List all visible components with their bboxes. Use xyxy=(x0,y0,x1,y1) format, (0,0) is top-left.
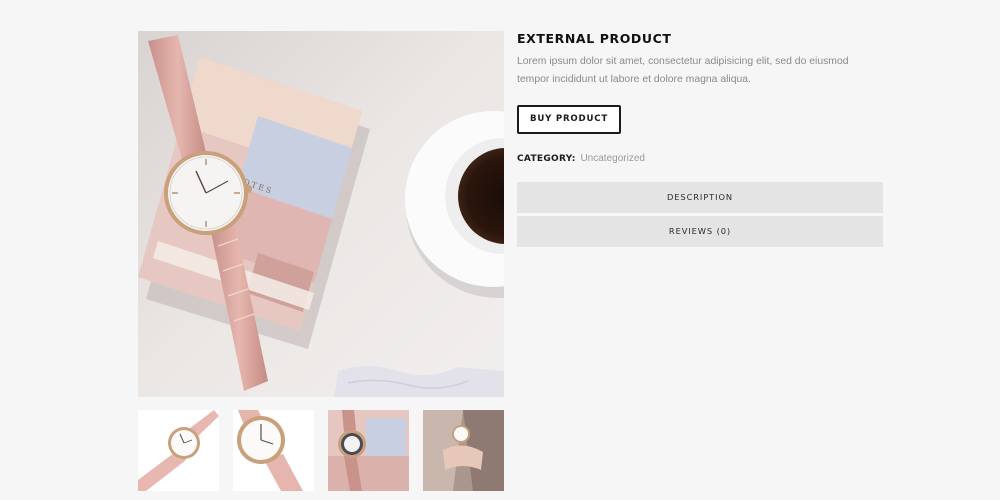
product-short-description: Lorem ipsum dolor sit amet, consectetur … xyxy=(517,56,849,85)
tab-description[interactable]: DESCRIPTION xyxy=(517,182,883,213)
product-meta: CATEGORY: Uncategorized xyxy=(517,153,883,165)
main-product-image[interactable]: NOTES xyxy=(138,31,504,397)
watch-notebook-coffee-photo: NOTES xyxy=(138,31,504,397)
category-link[interactable]: Uncategorized xyxy=(580,153,644,164)
product-title: EXTERNAL PRODUCT xyxy=(517,31,672,46)
product-tabs: DESCRIPTION REVIEWS (0) xyxy=(517,182,883,250)
thumbnail-4[interactable] xyxy=(423,410,504,491)
thumbnail-1[interactable] xyxy=(138,410,219,491)
watch-on-wrist-image xyxy=(423,410,504,491)
thumbnail-2[interactable] xyxy=(233,410,314,491)
watch-on-notebook-image xyxy=(328,410,409,491)
buy-product-button[interactable]: BUY PRODUCT xyxy=(517,105,621,134)
pink-watch-angled-image xyxy=(138,410,219,491)
product-summary: EXTERNAL PRODUCT Lorem ipsum dolor sit a… xyxy=(517,31,883,165)
thumbnail-gallery xyxy=(138,410,504,491)
thumbnail-3[interactable] xyxy=(328,410,409,491)
tab-reviews[interactable]: REVIEWS (0) xyxy=(517,216,883,247)
category-label: CATEGORY: xyxy=(517,154,576,164)
pink-watch-closeup-image xyxy=(233,410,314,491)
